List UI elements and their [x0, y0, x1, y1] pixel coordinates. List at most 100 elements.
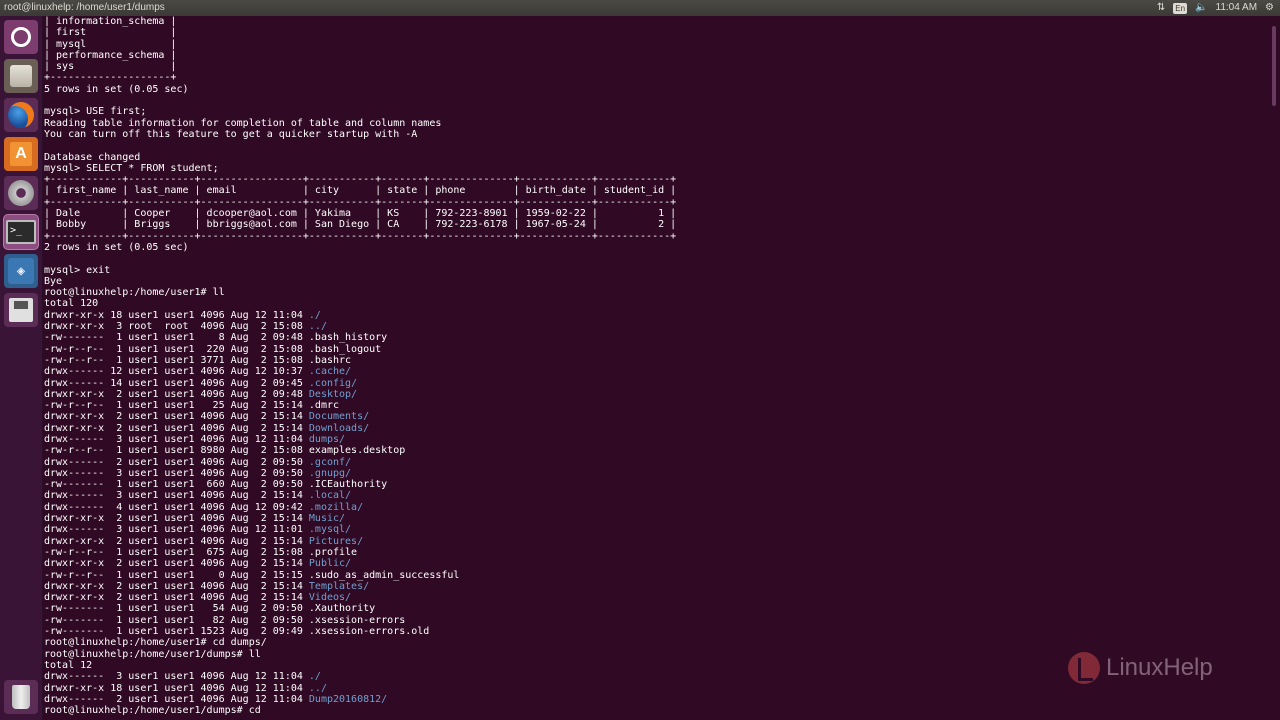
terminal-icon[interactable]: >_: [4, 215, 38, 249]
terminal-line-text: drwx------ 12 user1 user1 4096 Aug 12 10…: [44, 366, 309, 378]
terminal-line-text: drwxr-xr-x 2 user1 user1 4096 Aug 2 09:4…: [44, 388, 309, 400]
terminal-line-text: -rw------- 1 user1 user1 8 Aug 2 09:48 .…: [44, 332, 388, 344]
terminal-line: drwxr-xr-x 2 user1 user1 4096 Aug 2 15:1…: [44, 411, 1266, 422]
software-center-icon[interactable]: A: [4, 137, 38, 171]
terminal-line: -rw-r--r-- 1 user1 user1 8980 Aug 2 15:0…: [44, 445, 1266, 456]
terminal-line-text: drwxr-xr-x 2 user1 user1 4096 Aug 2 15:1…: [44, 535, 309, 547]
terminal-line: -rw-r--r-- 1 user1 user1 3771 Aug 2 15:0…: [44, 355, 1266, 366]
terminal-line: root@linuxhelp:/home/user1# ll: [44, 287, 1266, 298]
terminal-line: -rw------- 1 user1 user1 1523 Aug 2 09:4…: [44, 626, 1266, 637]
terminal-line-text: mysql> exit: [44, 264, 111, 276]
floppy-disk-icon[interactable]: [4, 293, 38, 327]
terminal-icon-prompt: >_: [6, 220, 36, 244]
terminal-line-text: total 120: [44, 298, 99, 310]
terminal-line: -rw-r--r-- 1 user1 user1 675 Aug 2 15:08…: [44, 547, 1266, 558]
volume-icon[interactable]: 🔈: [1195, 0, 1207, 16]
keyboard-indicator[interactable]: En: [1173, 2, 1188, 14]
mysql-workbench-icon[interactable]: ◈: [4, 254, 38, 288]
clock[interactable]: 11:04 AM: [1216, 0, 1258, 16]
terminal-line-text: drwx------ 3 user1 user1 4096 Aug 12 11:…: [44, 524, 309, 536]
directory-name: ../: [308, 321, 327, 333]
terminal-line: Reading table information for completion…: [44, 118, 1266, 129]
terminal-line: 5 rows in set (0.05 sec): [44, 84, 1266, 95]
terminal-line: | information_schema |: [44, 16, 1266, 27]
terminal-line-text: total 12: [44, 659, 93, 671]
terminal-line-text: drwx------ 2 user1 user1 4096 Aug 12 11:…: [44, 693, 309, 705]
scrollbar-thumb[interactable]: [1272, 26, 1276, 106]
terminal-line: drwxr-xr-x 2 user1 user1 4096 Aug 2 15:1…: [44, 558, 1266, 569]
firefox-icon[interactable]: [4, 98, 38, 132]
terminal-line: Bye: [44, 276, 1266, 287]
terminal-line-text: drwx------ 3 user1 user1 4096 Aug 12 11:…: [44, 433, 309, 445]
terminal-line-text: -rw------- 1 user1 user1 1523 Aug 2 09:4…: [44, 626, 430, 638]
system-settings-icon[interactable]: [4, 176, 38, 210]
terminal-line-text: root@linuxhelp:/home/user1/dumps# ll: [44, 648, 261, 660]
terminal-line: -rw------- 1 user1 user1 54 Aug 2 09:50 …: [44, 603, 1266, 614]
terminal-line: | mysql |: [44, 39, 1266, 50]
files-icon[interactable]: [4, 59, 38, 93]
terminal-line: drwx------ 3 user1 user1 4096 Aug 2 09:5…: [44, 468, 1266, 479]
terminal-line-text: drwxr-xr-x 2 user1 user1 4096 Aug 2 15:1…: [44, 558, 309, 570]
directory-name: .mozilla/: [308, 501, 364, 513]
terminal-line: drwx------ 2 user1 user1 4096 Aug 12 11:…: [44, 694, 1266, 705]
terminal-line: drwx------ 4 user1 user1 4096 Aug 12 09:…: [44, 502, 1266, 513]
terminal-line-text: 2 rows in set (0.05 sec): [44, 241, 189, 253]
terminal-line-text: Bye: [44, 275, 63, 287]
terminal-line: -rw-r--r-- 1 user1 user1 25 Aug 2 15:14 …: [44, 400, 1266, 411]
launcher: A >_ ◈: [0, 16, 43, 720]
system-tray: ⇅ En 🔈 11:04 AM ⚙: [1157, 0, 1274, 16]
terminal-line: drwx------ 2 user1 user1 4096 Aug 2 09:5…: [44, 457, 1266, 468]
terminal-line-text: root@linuxhelp:/home/user1/dumps# cd: [44, 705, 261, 717]
terminal-line-text: +------------+-----------+--------------…: [44, 196, 677, 208]
directory-name: Downloads/: [308, 422, 370, 434]
terminal-line-text: +--------------------+: [44, 72, 177, 84]
terminal-line: | Bobby | Briggs | bbriggs@aol.com | San…: [44, 219, 1266, 230]
directory-name: Public/: [308, 558, 352, 570]
settings-gear-icon[interactable]: ⚙: [1265, 0, 1274, 16]
terminal-line: -rw------- 1 user1 user1 660 Aug 2 09:50…: [44, 479, 1266, 490]
terminal-line: drwxr-xr-x 2 user1 user1 4096 Aug 2 15:1…: [44, 536, 1266, 547]
terminal-line-text: | sys |: [44, 61, 177, 73]
dash-home-icon[interactable]: [4, 20, 38, 54]
terminal-line: -rw-r--r-- 1 user1 user1 0 Aug 2 15:15 .…: [44, 570, 1266, 581]
terminal-line: | first_name | last_name | email | city …: [44, 185, 1266, 196]
terminal-line-text: drwx------ 3 user1 user1 4096 Aug 2 15:1…: [44, 490, 309, 502]
terminal-line-text: drwx------ 3 user1 user1 4096 Aug 2 09:5…: [44, 467, 309, 479]
terminal-line-text: -rw-r--r-- 1 user1 user1 0 Aug 2 15:15 .…: [44, 569, 460, 581]
terminal-line-text: drwx------ 3 user1 user1 4096 Aug 12 11:…: [44, 671, 309, 683]
terminal-line-text: | mysql |: [44, 38, 177, 50]
terminal-line-text: drwxr-xr-x 2 user1 user1 4096 Aug 2 15:1…: [44, 411, 309, 423]
terminal-line: -rw------- 1 user1 user1 82 Aug 2 09:50 …: [44, 615, 1266, 626]
terminal-line-text: | first |: [44, 27, 177, 39]
terminal-line-text: drwx------ 4 user1 user1 4096 Aug 12 09:…: [44, 501, 309, 513]
terminal-line: drwx------ 12 user1 user1 4096 Aug 12 10…: [44, 366, 1266, 377]
terminal-line-text: root@linuxhelp:/home/user1# ll: [44, 287, 225, 299]
terminal-line-text: -rw-r--r-- 1 user1 user1 675 Aug 2 15:08…: [44, 546, 358, 558]
terminal-line-text: Database changed: [44, 151, 141, 163]
terminal-line-text: -rw-r--r-- 1 user1 user1 220 Aug 2 15:08…: [44, 343, 382, 355]
terminal-line: Database changed: [44, 152, 1266, 163]
terminal-scrollbar[interactable]: [1270, 16, 1280, 720]
top-panel: root@linuxhelp: /home/user1/dumps ⇅ En 🔈…: [0, 0, 1280, 16]
terminal-line-text: -rw-r--r-- 1 user1 user1 8980 Aug 2 15:0…: [44, 445, 406, 457]
terminal-line: drwx------ 3 user1 user1 4096 Aug 12 11:…: [44, 524, 1266, 535]
terminal-line: mysql> SELECT * FROM student;: [44, 163, 1266, 174]
terminal-line-text: mysql> SELECT * FROM student;: [44, 162, 219, 174]
terminal-output[interactable]: | information_schema | | first | | mysql |…: [44, 16, 1266, 720]
terminal-line-text: drwxr-xr-x 3 root root 4096 Aug 2 15:08: [44, 321, 309, 333]
network-icon[interactable]: ⇅: [1157, 0, 1165, 16]
watermark-text: LinuxHelp: [1106, 654, 1213, 681]
directory-name: dumps/: [308, 433, 346, 445]
directory-name: .config/: [308, 377, 358, 389]
terminal-line: mysql> USE first;: [44, 106, 1266, 117]
terminal-line-text: drwxr-xr-x 18 user1 user1 4096 Aug 12 11…: [44, 682, 309, 694]
trash-icon[interactable]: [4, 680, 38, 714]
terminal-line-text: drwxr-xr-x 18 user1 user1 4096 Aug 12 11…: [44, 309, 309, 321]
window-title: root@linuxhelp: /home/user1/dumps: [4, 2, 165, 13]
terminal-line-text: Reading table information for completion…: [44, 117, 442, 129]
linuxhelp-watermark: LinuxHelp: [1068, 646, 1228, 690]
terminal-line-text: +------------+-----------+--------------…: [44, 174, 677, 186]
terminal-line-text: | performance_schema |: [44, 49, 177, 61]
